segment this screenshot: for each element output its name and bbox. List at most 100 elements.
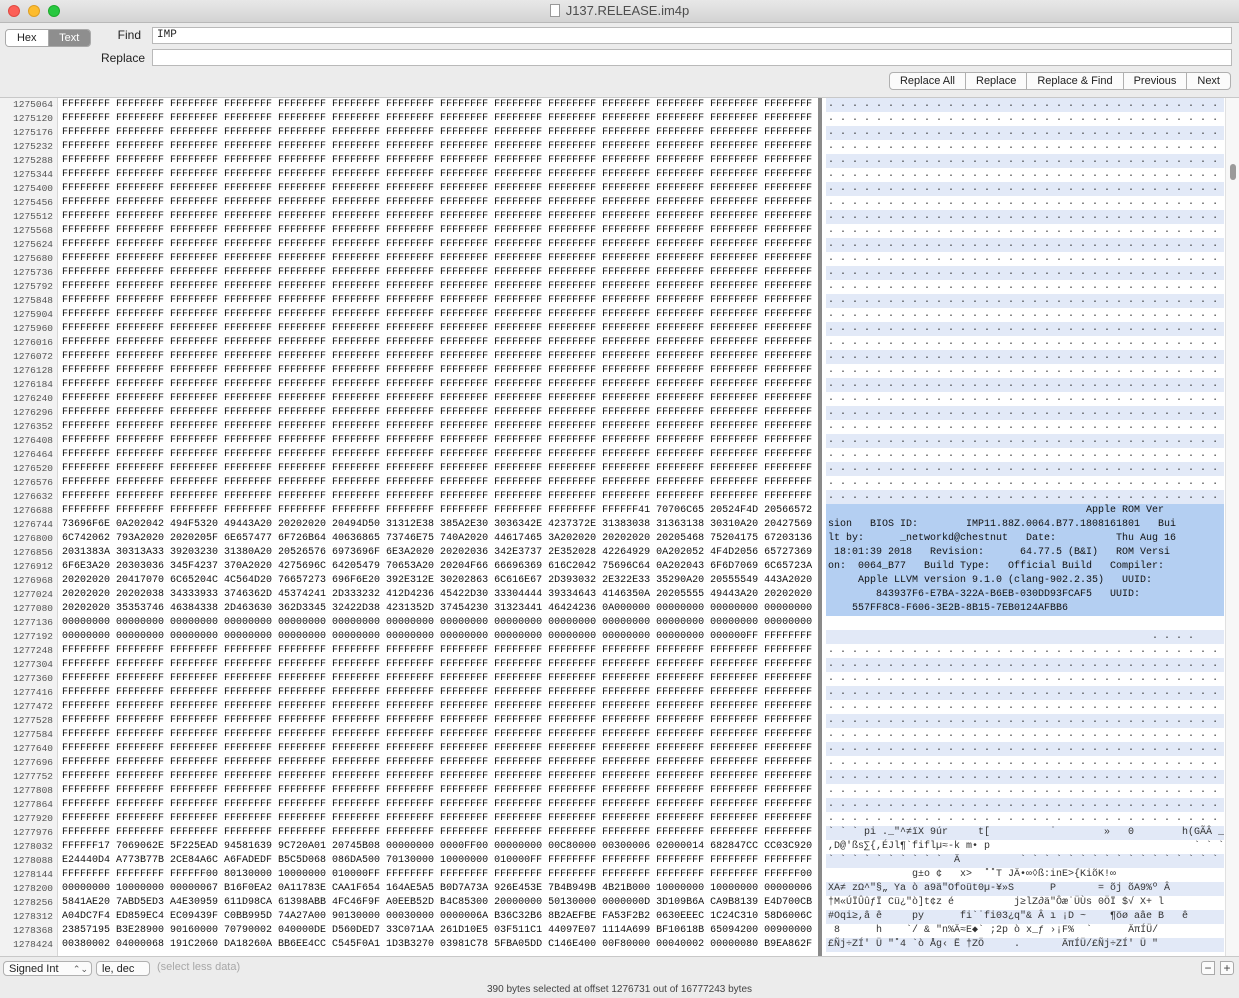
hex-row[interactable]: FFFFFFFF FFFFFFFF FFFFFFFF FFFFFFFF FFFF… [58, 798, 815, 812]
replace-and-find-button[interactable]: Replace & Find [1026, 73, 1122, 89]
hex-row[interactable]: 23857195 B3E28900 90160000 70790002 0400… [58, 924, 815, 938]
hex-row[interactable]: FFFFFFFF FFFFFFFF FFFFFF00 80130000 1000… [58, 868, 815, 882]
text-row[interactable]: . . . . . . . . . . . . . . . . . . . . … [826, 798, 1224, 812]
hex-row[interactable]: FFFFFFFF FFFFFFFF FFFFFFFF FFFFFFFF FFFF… [58, 196, 815, 210]
hex-row[interactable]: FFFFFFFF FFFFFFFF FFFFFFFF FFFFFFFF FFFF… [58, 476, 815, 490]
hex-row[interactable]: FFFFFFFF FFFFFFFF FFFFFFFF FFFFFFFF FFFF… [58, 280, 815, 294]
text-row[interactable]: . . . . . . . . . . . . . . . . . . . . … [826, 308, 1224, 322]
next-button[interactable]: Next [1186, 73, 1230, 89]
hex-row[interactable]: FFFFFFFF FFFFFFFF FFFFFFFF FFFFFFFF FFFF… [58, 392, 815, 406]
hex-row[interactable]: FFFFFFFF FFFFFFFF FFFFFFFF FFFFFFFF FFFF… [58, 448, 815, 462]
hex-row[interactable]: FFFFFFFF FFFFFFFF FFFFFFFF FFFFFFFF FFFF… [58, 266, 815, 280]
text-row[interactable]: . . . . . . . . . . . . . . . . . . . . … [826, 672, 1224, 686]
hex-row[interactable]: FFFFFFFF FFFFFFFF FFFFFFFF FFFFFFFF FFFF… [58, 336, 815, 350]
hex-row[interactable]: E24440D4 A773B77B 2CE84A6C A6FADEDF B5C5… [58, 854, 815, 868]
hex-row[interactable]: FFFFFFFF FFFFFFFF FFFFFFFF FFFFFFFF FFFF… [58, 728, 815, 742]
hex-row[interactable]: 6F6E3A20 20303036 345F4237 370A2020 4275… [58, 560, 815, 574]
text-row[interactable]: Apple LLVM version 9.1.0 (clang-902.2.35… [826, 574, 1224, 588]
text-row[interactable]: . . . . . . . . . . . . . . . . . . . . … [826, 728, 1224, 742]
hex-row[interactable]: 00000000 10000000 00000067 B16F0EA2 0A11… [58, 882, 815, 896]
text-row[interactable]: . . . . . . . . . . . . . . . . . . . . … [826, 420, 1224, 434]
text-row[interactable]: . . . . . . . . . . . . . . . . . . . . … [826, 406, 1224, 420]
hex-row[interactable]: FFFFFFFF FFFFFFFF FFFFFFFF FFFFFFFF FFFF… [58, 378, 815, 392]
hex-row[interactable]: 20202020 35353746 46384338 2D463630 362D… [58, 602, 815, 616]
text-row[interactable]: . . . . . . . . . . . . . . . . . . . . … [826, 462, 1224, 476]
text-row[interactable]: . . . . . . . . . . . . . . . . . . . . … [826, 714, 1224, 728]
text-row[interactable]: lt by: _networkd@chestnut Date: Thu Aug … [826, 532, 1224, 546]
hex-row[interactable]: FFFFFFFF FFFFFFFF FFFFFFFF FFFFFFFF FFFF… [58, 714, 815, 728]
hex-row[interactable]: FFFFFFFF FFFFFFFF FFFFFFFF FFFFFFFF FFFF… [58, 210, 815, 224]
hex-column[interactable]: FFFFFFFF FFFFFFFF FFFFFFFF FFFFFFFF FFFF… [58, 98, 815, 956]
hex-row[interactable]: 6C742062 793A2020 2020205F 6E657477 6F72… [58, 532, 815, 546]
hex-row[interactable]: FFFFFF17 7069062E 5F225EAD 94581639 9C72… [58, 840, 815, 854]
hex-row[interactable]: FFFFFFFF FFFFFFFF FFFFFFFF FFFFFFFF FFFF… [58, 252, 815, 266]
hex-row[interactable]: FFFFFFFF FFFFFFFF FFFFFFFF FFFFFFFF FFFF… [58, 126, 815, 140]
hex-row[interactable]: 73696F6E 0A202042 494F5320 49443A20 2020… [58, 518, 815, 532]
text-row[interactable]: 8 h `/ & "n%Ä≈E◆` ;2p ò x_ƒ ›¡F% ` ÄπÍÜ/ [826, 924, 1224, 938]
text-row[interactable]: . . . . . . . . . . . . . . . . . . . . … [826, 238, 1224, 252]
text-row[interactable]: . . . . . . . . . . . . . . . . . . . . … [826, 98, 1224, 112]
hex-row[interactable]: FFFFFFFF FFFFFFFF FFFFFFFF FFFFFFFF FFFF… [58, 112, 815, 126]
hex-row[interactable]: FFFFFFFF FFFFFFFF FFFFFFFF FFFFFFFF FFFF… [58, 322, 815, 336]
text-row[interactable]: . . . . . . . . . . . . . . . . . . . . … [826, 756, 1224, 770]
text-row[interactable]: 843937F6-E7BA-322A-B6EB-030DD93FCAF5 UUI… [826, 588, 1224, 602]
replace-input[interactable] [152, 49, 1232, 66]
text-row[interactable]: ,D@'ßs∑{,ÉJl¶`fiflµ≈-k m• p ` ` ` ` ` ` … [826, 840, 1224, 854]
text-row[interactable]: . . . . . . . . . . . . . . . . . . . . … [826, 196, 1224, 210]
column-divider[interactable] [818, 98, 822, 956]
text-row[interactable]: . . . . . . . . . . . . . . . . . . . . … [826, 770, 1224, 784]
replace-button[interactable]: Replace [965, 73, 1026, 89]
hex-row[interactable]: FFFFFFFF FFFFFFFF FFFFFFFF FFFFFFFF FFFF… [58, 224, 815, 238]
hex-row[interactable]: FFFFFFFF FFFFFFFF FFFFFFFF FFFFFFFF FFFF… [58, 140, 815, 154]
text-row[interactable] [826, 616, 1224, 630]
hex-row[interactable]: FFFFFFFF FFFFFFFF FFFFFFFF FFFFFFFF FFFF… [58, 182, 815, 196]
text-row[interactable]: . . . . . . . . . . . . . . . . . . . . … [826, 126, 1224, 140]
text-row[interactable]: . . . . . . . . . . . . . . . . . . . . … [826, 742, 1224, 756]
hex-row[interactable]: FFFFFFFF FFFFFFFF FFFFFFFF FFFFFFFF FFFF… [58, 672, 815, 686]
hex-row[interactable]: FFFFFFFF FFFFFFFF FFFFFFFF FFFFFFFF FFFF… [58, 154, 815, 168]
hex-row[interactable]: 00380002 04000068 191C2060 DA18260A BB6E… [58, 938, 815, 952]
vertical-scrollbar[interactable] [1225, 98, 1239, 956]
replace-all-button[interactable]: Replace All [890, 73, 965, 89]
hex-row[interactable]: FFFFFFFF FFFFFFFF FFFFFFFF FFFFFFFF FFFF… [58, 168, 815, 182]
text-row[interactable]: . . . . . . . . . . . . . . . . . . . . … [826, 700, 1224, 714]
text-row[interactable]: . . . . . . . . . . . . . . . . . . . . … [826, 686, 1224, 700]
text-row[interactable]: . . . . . . . . . . . . . . . . . . . . … [826, 658, 1224, 672]
text-row[interactable]: 18:01:39 2018 Revision: 64.77.5 (B&I) RO… [826, 546, 1224, 560]
hex-row[interactable]: FFFFFFFF FFFFFFFF FFFFFFFF FFFFFFFF FFFF… [58, 784, 815, 798]
text-row[interactable]: . . . . . . . . . . . . . . . . . . . . … [826, 168, 1224, 182]
hex-row[interactable]: 5841AE20 7ABD5ED3 A4E30959 611D98CA 6139… [58, 896, 815, 910]
text-row[interactable]: . . . . . . . . . . . . . . . . . . . . … [826, 182, 1224, 196]
text-row[interactable]: . . . . . . . . . . . . . . . . . . . . … [826, 644, 1224, 658]
text-row[interactable]: . . . . [826, 630, 1224, 644]
hex-mode-button[interactable]: Hex [6, 30, 49, 46]
text-row[interactable]: . . . . . . . . . . . . . . . . . . . . … [826, 364, 1224, 378]
hex-row[interactable]: FFFFFFFF FFFFFFFF FFFFFFFF FFFFFFFF FFFF… [58, 350, 815, 364]
hex-row[interactable]: FFFFFFFF FFFFFFFF FFFFFFFF FFFFFFFF FFFF… [58, 700, 815, 714]
hex-row[interactable]: FFFFFFFF FFFFFFFF FFFFFFFF FFFFFFFF FFFF… [58, 826, 815, 840]
hex-row[interactable]: FFFFFFFF FFFFFFFF FFFFFFFF FFFFFFFF FFFF… [58, 98, 815, 112]
hex-row[interactable]: FFFFFFFF FFFFFFFF FFFFFFFF FFFFFFFF FFFF… [58, 686, 815, 700]
text-row[interactable]: . . . . . . . . . . . . . . . . . . . . … [826, 112, 1224, 126]
text-row[interactable]: . . . . . . . . . . . . . . . . . . . . … [826, 448, 1224, 462]
text-row[interactable]: 557FF8C8-F606-3E2B-8B15-7EB0124AFBB6 [826, 602, 1224, 616]
text-row[interactable]: on: 0064_B77 Build Type: Official Build … [826, 560, 1224, 574]
hex-row[interactable]: FFFFFFFF FFFFFFFF FFFFFFFF FFFFFFFF FFFF… [58, 812, 815, 826]
text-row[interactable]: £Ñj÷ZÍ' Ü "˚4 `ò Åg‹ Ë †ZÖ . ÄπÍÜ/£Ñj÷ZÍ… [826, 938, 1224, 952]
text-row[interactable]: . . . . . . . . . . . . . . . . . . . . … [826, 812, 1224, 826]
hex-row[interactable]: 00000000 00000000 00000000 00000000 0000… [58, 616, 815, 630]
text-row[interactable]: . . . . . . . . . . . . . . . . . . . . … [826, 322, 1224, 336]
hex-row[interactable]: FFFFFFFF FFFFFFFF FFFFFFFF FFFFFFFF FFFF… [58, 490, 815, 504]
hex-row[interactable]: A04DC7F4 ED859EC4 EC09439F C0BB995D 74A2… [58, 910, 815, 924]
hex-row[interactable]: FFFFFFFF FFFFFFFF FFFFFFFF FFFFFFFF FFFF… [58, 462, 815, 476]
endian-select[interactable]: le, dec [96, 961, 150, 976]
text-row[interactable]: . . . . . . . . . . . . . . . . . . . . … [826, 378, 1224, 392]
text-row[interactable]: . . . . . . . . . . . . . . . . . . . . … [826, 224, 1224, 238]
hex-row[interactable]: FFFFFFFF FFFFFFFF FFFFFFFF FFFFFFFF FFFF… [58, 434, 815, 448]
text-row[interactable]: . . . . . . . . . . . . . . . . . . . . … [826, 784, 1224, 798]
find-input[interactable]: IMP [152, 27, 1232, 44]
hex-row[interactable]: FFFFFFFF FFFFFFFF FFFFFFFF FFFFFFFF FFFF… [58, 658, 815, 672]
text-row[interactable]: . . . . . . . . . . . . . . . . . . . . … [826, 252, 1224, 266]
text-row[interactable]: XA≠ zΩ^"§„ Ya ò a9ä"Ofoüt0µ-¥»S P = õj õ… [826, 882, 1224, 896]
add-inspector-button[interactable]: + [1220, 961, 1234, 975]
